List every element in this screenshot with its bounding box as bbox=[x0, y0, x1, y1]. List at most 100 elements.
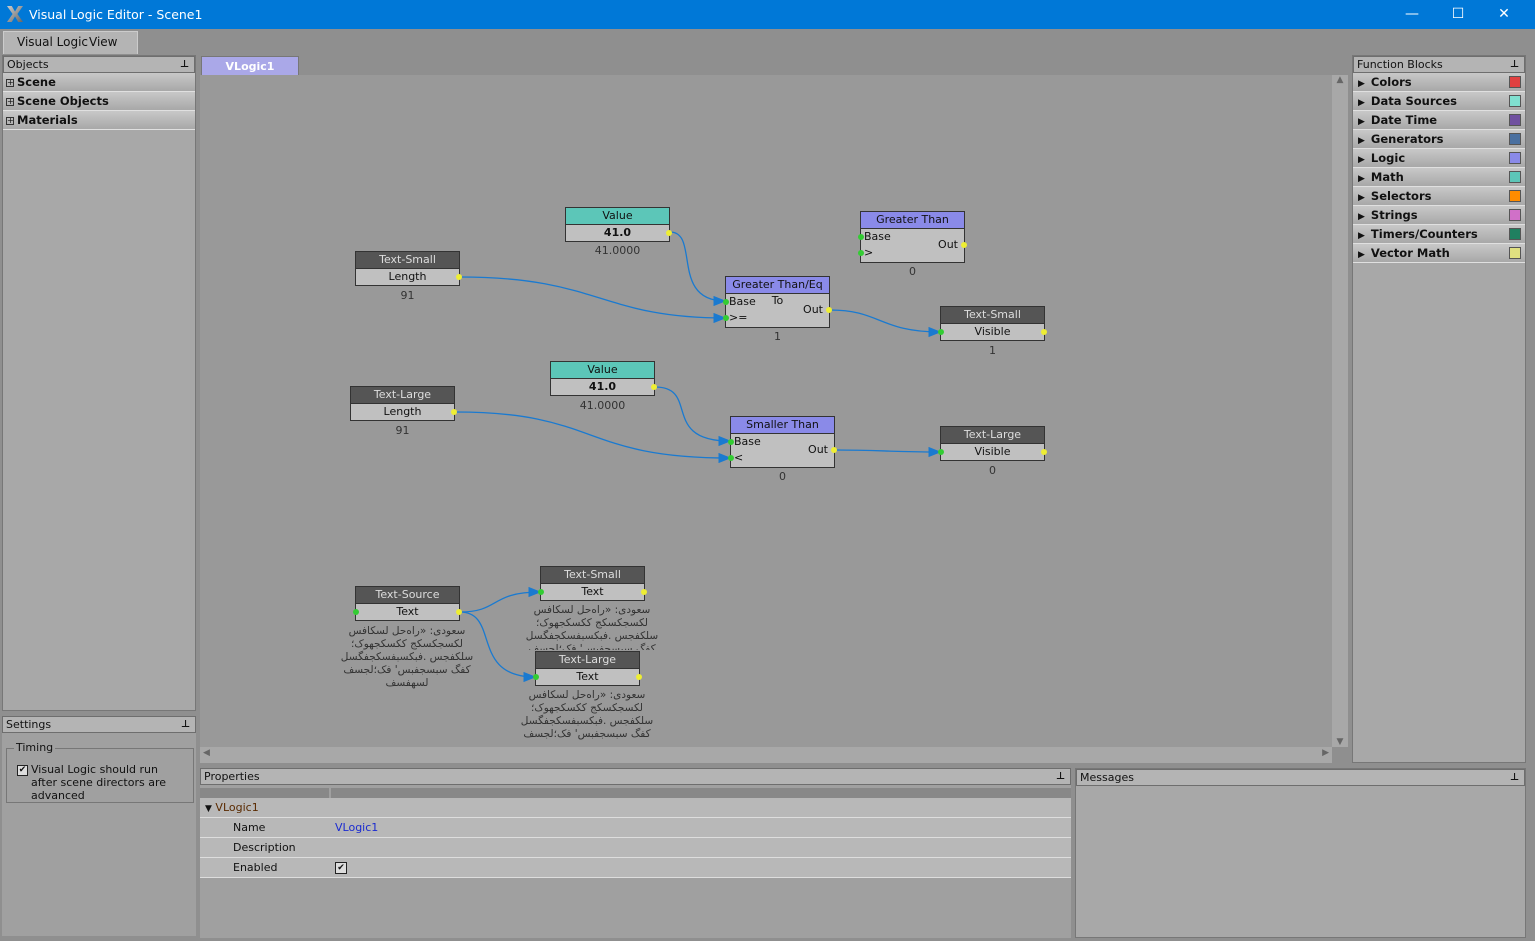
color-swatch bbox=[1509, 133, 1521, 145]
property-row-description[interactable]: Description bbox=[200, 838, 1071, 858]
output-port[interactable] bbox=[641, 589, 647, 595]
input-port[interactable] bbox=[938, 329, 944, 335]
property-row-enabled[interactable]: Enabled ✔ bbox=[200, 858, 1071, 878]
input-port[interactable] bbox=[858, 250, 864, 256]
function-block-timers-counters[interactable]: ▶ Timers/Counters bbox=[1353, 225, 1525, 244]
output-port[interactable] bbox=[451, 409, 457, 415]
input-port[interactable] bbox=[533, 674, 539, 680]
maximize-button[interactable]: ☐ bbox=[1435, 0, 1481, 29]
node-value-1[interactable]: Value 41.0 bbox=[565, 207, 672, 242]
input-port[interactable] bbox=[728, 439, 734, 445]
function-block-date-time[interactable]: ▶ Date Time bbox=[1353, 111, 1525, 130]
pin-icon[interactable]: ⊥ bbox=[181, 717, 190, 732]
color-swatch bbox=[1509, 190, 1521, 202]
collapse-icon[interactable]: ▼ bbox=[205, 804, 212, 814]
node-row: 41.0 bbox=[603, 226, 632, 239]
expand-icon[interactable]: + bbox=[6, 79, 14, 87]
output-port[interactable] bbox=[651, 384, 657, 390]
node-text-large-length[interactable]: Text-Large Length bbox=[350, 386, 457, 421]
node-title: Greater Than/Eq To bbox=[726, 277, 829, 307]
function-block-generators[interactable]: ▶ Generators bbox=[1353, 130, 1525, 149]
objects-item-scene-objects[interactable]: + Scene Objects bbox=[3, 92, 195, 111]
input-port[interactable] bbox=[723, 299, 729, 305]
node-greater-than[interactable]: Greater Than Base > Out bbox=[858, 211, 967, 263]
input-port[interactable] bbox=[728, 455, 734, 461]
function-block-data-sources[interactable]: ▶ Data Sources bbox=[1353, 92, 1525, 111]
messages-header: Messages ⊥ bbox=[1076, 769, 1525, 786]
node-greater-than-eq[interactable]: Greater Than/Eq To Base >= Out bbox=[723, 276, 832, 328]
objects-item-scene[interactable]: + Scene bbox=[3, 73, 195, 92]
settings-panel: Settings ⊥ Timing ✔ Visual Logic should r… bbox=[2, 716, 196, 936]
input-port[interactable] bbox=[938, 449, 944, 455]
output-port[interactable] bbox=[961, 242, 967, 248]
node-text-small-text[interactable]: Text-Small Text bbox=[538, 566, 647, 601]
output-port[interactable] bbox=[456, 609, 462, 615]
scroll-up-icon[interactable]: ▲ bbox=[1332, 75, 1348, 85]
menu-visual-logic[interactable]: Visual Logic bbox=[17, 35, 88, 49]
pin-icon[interactable]: ⊥ bbox=[1510, 57, 1519, 72]
function-blocks-title: Function Blocks bbox=[1357, 58, 1443, 71]
expand-icon[interactable]: + bbox=[6, 117, 14, 125]
minimize-button[interactable]: — bbox=[1389, 0, 1435, 29]
node-text-large-text[interactable]: Text-Large Text bbox=[533, 651, 642, 686]
node-value: سعودی: «راه‌حل لسکافس لکسجکسکج ککسکجهوک؛… bbox=[520, 689, 654, 740]
property-value[interactable]: VLogic1 bbox=[335, 818, 378, 837]
node-smaller-than[interactable]: Smaller Than Base < Out bbox=[728, 416, 837, 468]
node-title: Text-Small bbox=[356, 252, 459, 269]
output-port[interactable] bbox=[456, 274, 462, 280]
category-label: Colors bbox=[1370, 75, 1412, 89]
port-label: Out bbox=[808, 443, 828, 456]
port-label: >= bbox=[729, 311, 748, 324]
scroll-left-icon[interactable]: ◀ bbox=[203, 748, 210, 758]
pin-icon[interactable]: ⊥ bbox=[1510, 770, 1519, 785]
function-block-logic[interactable]: ▶ Logic bbox=[1353, 149, 1525, 168]
input-port[interactable] bbox=[353, 609, 359, 615]
output-port[interactable] bbox=[1041, 449, 1047, 455]
function-block-strings[interactable]: ▶ Strings bbox=[1353, 206, 1525, 225]
output-port[interactable] bbox=[831, 447, 837, 453]
node-text-large-visible[interactable]: Text-Large Visible bbox=[938, 426, 1047, 461]
function-block-vector-math[interactable]: ▶ Vector Math bbox=[1353, 244, 1525, 263]
category-label: Selectors bbox=[1370, 189, 1432, 203]
node-text-small-length[interactable]: Text-Small Length bbox=[355, 251, 462, 286]
property-group-vlogic1[interactable]: ▼ VLogic1 bbox=[200, 798, 1071, 818]
pin-icon[interactable]: ⊥ bbox=[180, 57, 189, 72]
node-value: 1 bbox=[989, 344, 996, 357]
input-port[interactable] bbox=[723, 315, 729, 321]
scroll-down-icon[interactable]: ▼ bbox=[1332, 737, 1348, 747]
category-label: Math bbox=[1370, 170, 1404, 184]
objects-item-materials[interactable]: + Materials bbox=[3, 111, 195, 130]
node-text-source[interactable]: Text-Source Text bbox=[353, 586, 462, 621]
close-button[interactable]: ✕ bbox=[1481, 0, 1527, 29]
node-text-small-visible[interactable]: Text-Small Visible bbox=[938, 306, 1047, 341]
node-value-2[interactable]: Value 41.0 bbox=[550, 361, 657, 396]
input-port[interactable] bbox=[858, 234, 864, 240]
scroll-right-icon[interactable]: ▶ bbox=[1322, 748, 1329, 758]
settings-header: Settings ⊥ bbox=[2, 716, 196, 733]
output-port[interactable] bbox=[666, 230, 672, 236]
vertical-scrollbar[interactable]: ▲ ▼ bbox=[1332, 75, 1348, 747]
run-after-checkbox[interactable]: ✔ bbox=[17, 765, 28, 776]
input-port[interactable] bbox=[538, 589, 544, 595]
horizontal-scrollbar[interactable]: ◀ ▶ bbox=[200, 747, 1332, 763]
node-value: 0 bbox=[989, 464, 996, 477]
run-after-label: Visual Logic should run after scene dire… bbox=[31, 763, 167, 802]
output-port[interactable] bbox=[826, 307, 832, 313]
property-row-name[interactable]: Name VLogic1 bbox=[200, 818, 1071, 838]
function-block-math[interactable]: ▶ Math bbox=[1353, 168, 1525, 187]
category-label: Vector Math bbox=[1370, 246, 1450, 260]
color-swatch bbox=[1509, 76, 1521, 88]
enabled-checkbox[interactable]: ✔ bbox=[335, 862, 347, 874]
output-port[interactable] bbox=[636, 674, 642, 680]
node-row: Text bbox=[576, 670, 599, 683]
port-label: Out bbox=[803, 303, 823, 316]
menu-view[interactable]: View bbox=[89, 35, 117, 49]
output-port[interactable] bbox=[1041, 329, 1047, 335]
function-block-selectors[interactable]: ▶ Selectors bbox=[1353, 187, 1525, 206]
expand-icon[interactable]: + bbox=[6, 98, 14, 106]
tab-vlogic1[interactable]: VLogic1 bbox=[201, 56, 299, 75]
function-blocks-panel: Function Blocks ⊥ ▶ Colors ▶ Data Sources ▶ Da… bbox=[1352, 55, 1526, 763]
pin-icon[interactable]: ⊥ bbox=[1056, 769, 1065, 784]
function-block-colors[interactable]: ▶ Colors bbox=[1353, 73, 1525, 92]
expand-icon[interactable]: ▶ bbox=[1358, 246, 1365, 265]
